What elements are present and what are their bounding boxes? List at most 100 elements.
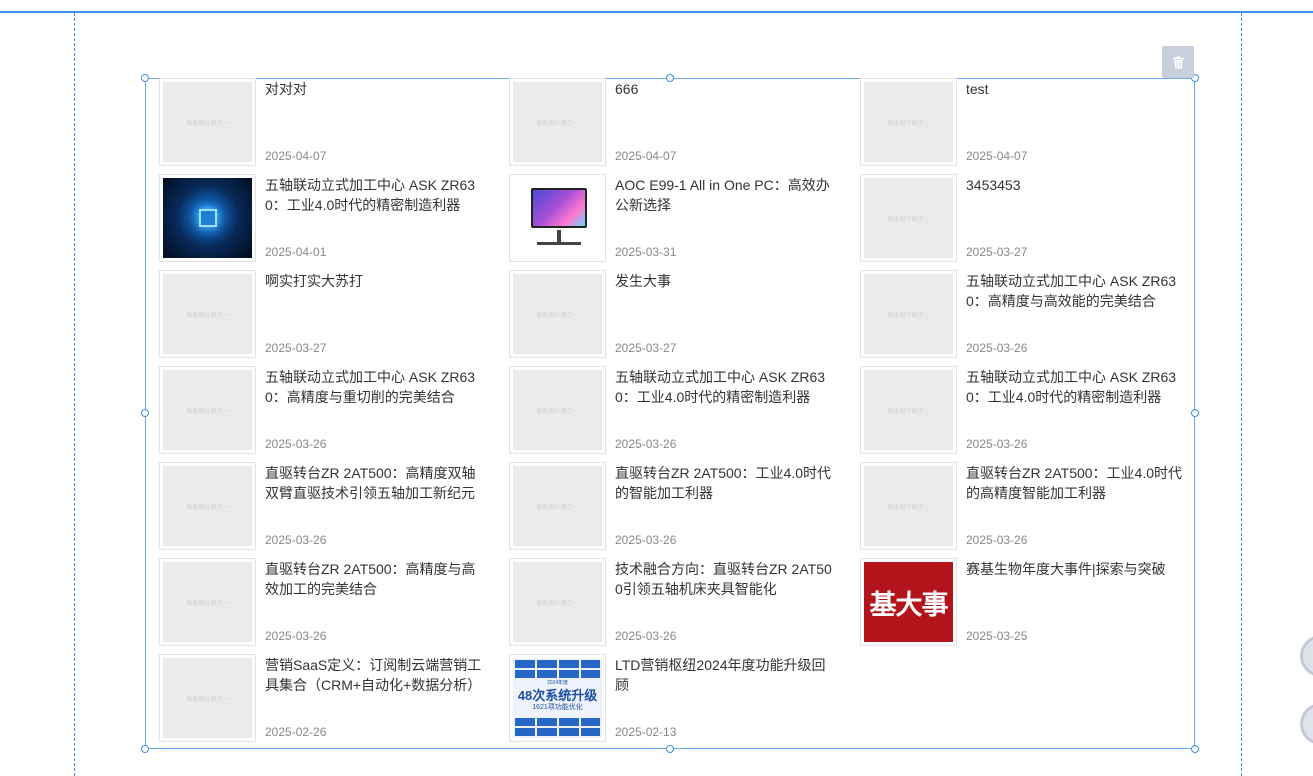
resize-handle-left[interactable] (141, 409, 149, 417)
monitor-screen (531, 188, 587, 228)
article-item[interactable]: 暂无图片展示一 666 2025-04-07 (509, 78, 849, 168)
article-item[interactable]: 暂无图片展示一 营销SaaS定义：订阅制云端营销工具集合（CRM+自动化+数据分析… (159, 654, 499, 744)
article-thumbnail[interactable]: 暂无图片展示一 (509, 558, 606, 646)
article-item[interactable]: 暂无图片展示一 直驱转台ZR 2AT500：工业4.0时代的高精度智能加工利器 20… (860, 462, 1200, 552)
placeholder-image: 暂无图片展示一 (513, 370, 602, 450)
placeholder-image: 暂无图片展示一 (864, 178, 953, 258)
article-item[interactable]: 基大事 赛基生物年度大事件|探索与突破 2025-03-25 (860, 558, 1200, 648)
article-date: 2025-04-07 (966, 149, 1028, 163)
article-title[interactable]: 3453453 (966, 175, 1184, 195)
article-date: 2025-02-13 (615, 725, 677, 739)
article-title[interactable]: 技术融合方向：直驱转台ZR 2AT500引领五轴机床夹具智能化 (615, 559, 833, 599)
article-title[interactable]: 五轴联动立式加工中心 ASK ZR630：高精度与重切削的完美结合 (265, 367, 483, 407)
floating-side-button-top[interactable] (1300, 635, 1313, 677)
article-title[interactable]: LTD营销枢纽2024年度功能升级回顾 (615, 655, 833, 695)
article-date: 2025-03-26 (966, 437, 1028, 451)
article-thumbnail[interactable]: 2024年度 48次系统升级 1621项功能优化 (509, 654, 606, 742)
poster-year: 2024年度 (546, 680, 569, 686)
article-title[interactable]: AOC E99-1 All in One PC：高效办公新选择 (615, 175, 833, 215)
placeholder-image: 暂无图片展示一 (513, 82, 602, 162)
article-date: 2025-03-27 (265, 341, 327, 355)
article-thumbnail[interactable]: 暂无图片展示一 (509, 462, 606, 550)
article-item[interactable]: 暂无图片展示一 五轴联动立式加工中心 ASK ZR630：工业4.0时代的精密制造… (860, 366, 1200, 456)
floating-side-button-bottom[interactable] (1300, 703, 1313, 745)
article-title[interactable]: 直驱转台ZR 2AT500：工业4.0时代的智能加工利器 (615, 463, 833, 503)
article-thumbnail[interactable]: 暂无图片展示一 (509, 270, 606, 358)
guide-line-left (74, 13, 75, 776)
article-date: 2025-03-31 (615, 245, 677, 259)
article-thumbnail[interactable]: 暂无图片展示一 (159, 270, 256, 358)
article-item[interactable]: 暂无图片展示一 五轴联动立式加工中心 ASK ZR630：高精度与高效能的完美结合… (860, 270, 1200, 360)
article-title[interactable]: 五轴联动立式加工中心 ASK ZR630：工业4.0时代的精密制造利器 (615, 367, 833, 407)
article-thumbnail[interactable] (509, 174, 606, 262)
article-title[interactable]: 啊实打实大苏打 (265, 271, 483, 291)
article-thumbnail[interactable]: 暂无图片展示一 (159, 558, 256, 646)
article-title[interactable]: 直驱转台ZR 2AT500：工业4.0时代的高精度智能加工利器 (966, 463, 1184, 503)
article-thumbnail[interactable]: 暂无图片展示一 (860, 270, 957, 358)
article-date: 2025-04-07 (615, 149, 677, 163)
resize-handle-bottom-left[interactable] (141, 745, 149, 753)
poster-subline: 1621项功能优化 (532, 704, 583, 711)
article-thumbnail[interactable]: 暂无图片展示一 (159, 654, 256, 742)
article-thumbnail[interactable]: 暂无图片展示一 (159, 78, 256, 166)
article-item[interactable]: 暂无图片展示一 直驱转台ZR 2AT500：工业4.0时代的智能加工利器 2025-… (509, 462, 849, 552)
poster-stripe (515, 728, 600, 736)
article-thumbnail[interactable]: 暂无图片展示一 (860, 462, 957, 550)
article-title[interactable]: 五轴联动立式加工中心 ASK ZR630：高精度与高效能的完美结合 (966, 271, 1184, 311)
article-item[interactable]: 暂无图片展示一 直驱转台ZR 2AT500：高精度双轴双臂直驱技术引领五轴加工新纪… (159, 462, 499, 552)
article-title[interactable]: 五轴联动立式加工中心 ASK ZR630：工业4.0时代的精密制造利器 (966, 367, 1184, 407)
placeholder-image: 暂无图片展示一 (513, 562, 602, 642)
article-item[interactable]: 暂无图片展示一 技术融合方向：直驱转台ZR 2AT500引领五轴机床夹具智能化 20… (509, 558, 849, 648)
placeholder-image: 暂无图片展示一 (513, 274, 602, 354)
delete-component-button[interactable] (1162, 46, 1194, 78)
article-title[interactable]: 直驱转台ZR 2AT500：高精度双轴双臂直驱技术引领五轴加工新纪元 (265, 463, 483, 503)
placeholder-image: 暂无图片展示一 (864, 370, 953, 450)
article-item[interactable]: 暂无图片展示一 五轴联动立式加工中心 ASK ZR630：工业4.0时代的精密制造… (509, 366, 849, 456)
article-title[interactable]: 直驱转台ZR 2AT500：高精度与高效加工的完美结合 (265, 559, 483, 599)
article-thumbnail[interactable]: 暂无图片展示一 (860, 174, 957, 262)
article-date: 2025-03-26 (265, 437, 327, 451)
placeholder-image: 暂无图片展示一 (163, 562, 252, 642)
placeholder-image: 暂无图片展示一 (163, 466, 252, 546)
poster-stripe (515, 718, 600, 726)
article-title[interactable]: 营销SaaS定义：订阅制云端营销工具集合（CRM+自动化+数据分析） (265, 655, 483, 695)
guide-line-right (1241, 13, 1242, 776)
article-date: 2025-03-26 (966, 533, 1028, 547)
article-thumbnail[interactable]: 暂无图片展示一 (860, 366, 957, 454)
article-item[interactable]: 五轴联动立式加工中心 ASK ZR630：工业4.0时代的精密制造利器 2025-… (159, 174, 499, 264)
article-date: 2025-03-25 (966, 629, 1028, 643)
article-item[interactable]: 暂无图片展示一 test 2025-04-07 (860, 78, 1200, 168)
article-item[interactable]: 暂无图片展示一 直驱转台ZR 2AT500：高精度与高效加工的完美结合 2025-0… (159, 558, 499, 648)
top-divider (0, 11, 1313, 13)
article-thumbnail[interactable]: 暂无图片展示一 (860, 78, 957, 166)
article-date: 2025-04-07 (265, 149, 327, 163)
placeholder-image: 暂无图片展示一 (163, 82, 252, 162)
article-thumbnail[interactable]: 基大事 (860, 558, 957, 646)
article-title[interactable]: 发生大事 (615, 271, 833, 291)
article-title[interactable]: 赛基生物年度大事件|探索与突破 (966, 559, 1184, 579)
article-item[interactable]: 暂无图片展示一 发生大事 2025-03-27 (509, 270, 849, 360)
article-thumbnail[interactable]: 暂无图片展示一 (509, 366, 606, 454)
monitor-stand (557, 230, 561, 242)
article-thumbnail[interactable]: 暂无图片展示一 (509, 78, 606, 166)
article-item[interactable]: AOC E99-1 All in One PC：高效办公新选择 2025-03-3… (509, 174, 849, 264)
article-item[interactable]: 暂无图片展示一 五轴联动立式加工中心 ASK ZR630：高精度与重切削的完美结合… (159, 366, 499, 456)
article-thumbnail[interactable] (159, 174, 256, 262)
article-title[interactable]: 五轴联动立式加工中心 ASK ZR630：工业4.0时代的精密制造利器 (265, 175, 483, 215)
article-item[interactable]: 暂无图片展示一 啊实打实大苏打 2025-03-27 (159, 270, 499, 360)
article-thumbnail[interactable]: 暂无图片展示一 (159, 462, 256, 550)
placeholder-image: 暂无图片展示一 (864, 82, 953, 162)
monitor-base (537, 242, 581, 245)
poster-stripe (515, 660, 600, 668)
article-item[interactable]: 2024年度 48次系统升级 1621项功能优化 LTD营销枢纽2024年度功能升级回… (509, 654, 849, 744)
article-title[interactable]: 666 (615, 79, 833, 99)
article-title[interactable]: test (966, 79, 1184, 99)
article-item[interactable]: 暂无图片展示一 3453453 2025-03-27 (860, 174, 1200, 264)
article-date: 2025-03-26 (615, 629, 677, 643)
article-thumbnail[interactable]: 暂无图片展示一 (159, 366, 256, 454)
article-item[interactable]: 暂无图片展示一 对对对 2025-04-07 (159, 78, 499, 168)
resize-handle-top-left[interactable] (141, 74, 149, 82)
article-title[interactable]: 对对对 (265, 79, 483, 99)
article-date: 2025-04-01 (265, 245, 327, 259)
article-date: 2025-03-26 (615, 437, 677, 451)
